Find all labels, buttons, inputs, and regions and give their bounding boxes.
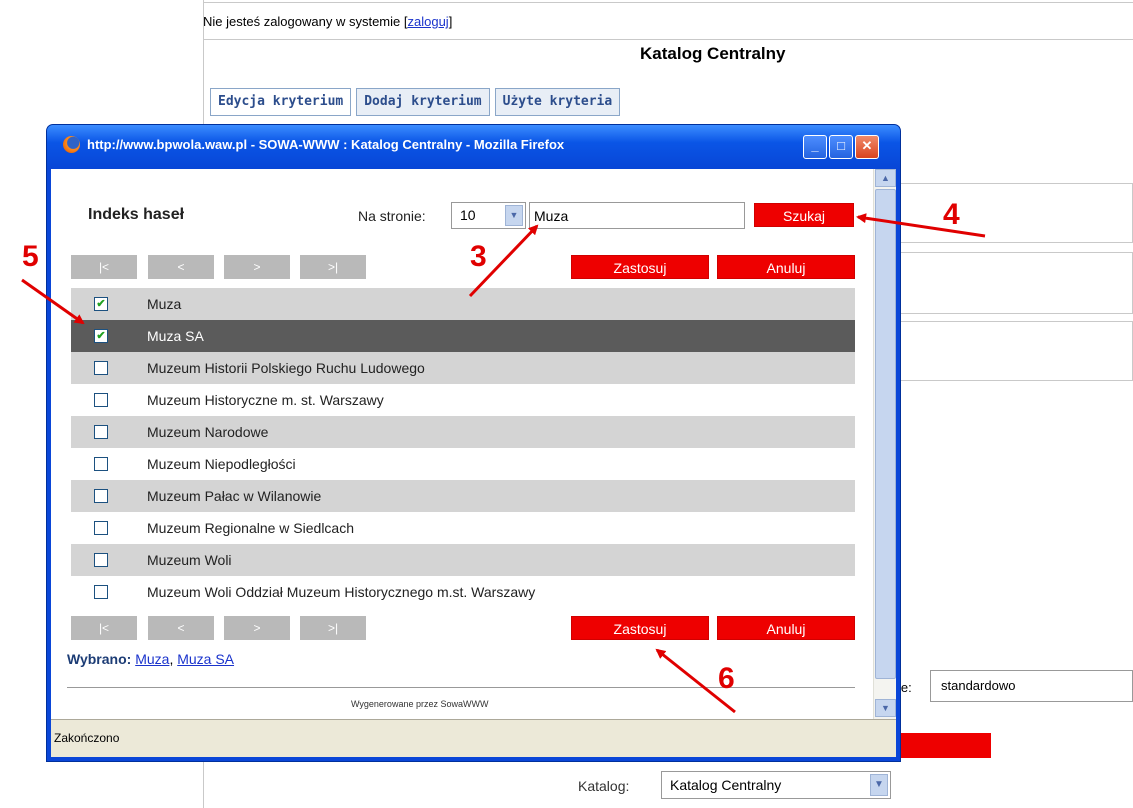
mode-field[interactable]: standardowo xyxy=(930,670,1133,702)
list-item[interactable]: ✔ Muza xyxy=(71,288,855,320)
tab-add-criterion[interactable]: Dodaj kryterium xyxy=(356,88,490,116)
selected-summary: Wybrano: Muza, Muza SA xyxy=(67,651,235,667)
item-checkbox[interactable]: ✔ xyxy=(94,329,108,343)
last-page-button[interactable]: >| xyxy=(300,255,366,279)
annotation-4: 4 xyxy=(943,198,960,231)
list-item[interactable]: Muzeum Narodowe xyxy=(71,416,855,448)
list-item[interactable]: Muzeum Regionalne w Siedlcach xyxy=(71,512,855,544)
window-titlebar[interactable]: http://www.bpwola.waw.pl - SOWA-WWW : Ka… xyxy=(47,125,900,169)
chevron-down-icon[interactable]: ▼ xyxy=(505,205,523,226)
item-label: Muzeum Niepodległości xyxy=(147,456,296,472)
prev-page-button[interactable]: < xyxy=(148,616,214,640)
tab-used-criteria[interactable]: Użyte kryteria xyxy=(494,88,621,116)
item-label: Muza xyxy=(131,288,855,320)
item-label: Muzeum Historii Polskiego Ruchu Ludowego xyxy=(131,352,855,384)
scroll-thumb[interactable] xyxy=(875,189,896,679)
scroll-down-icon[interactable]: ▼ xyxy=(875,699,896,717)
list-item[interactable]: Muzeum Niepodległości xyxy=(71,448,855,480)
index-heading: Indeks haseł xyxy=(88,206,185,223)
login-suffix: ] xyxy=(448,14,453,29)
login-status: Nie jesteś zalogowany w systemie [zalogu… xyxy=(203,14,452,29)
per-page-select[interactable]: 10 ▼ xyxy=(451,202,526,229)
tab-edit-criterion[interactable]: Edycja kryterium xyxy=(210,88,352,116)
per-page-label: Na stronie: xyxy=(358,208,426,224)
bg-input-box[interactable] xyxy=(886,321,1133,381)
item-label: Muzeum Regionalne w Siedlcach xyxy=(147,520,354,536)
selected-item-link[interactable]: Muza xyxy=(135,651,169,667)
status-bar: Zakończono xyxy=(51,719,896,757)
cancel-button[interactable]: Anuluj xyxy=(717,255,855,279)
scroll-up-icon[interactable]: ▲ xyxy=(875,169,896,187)
login-link[interactable]: zaloguj xyxy=(407,14,448,29)
list-item[interactable]: Muzeum Historii Polskiego Ruchu Ludowego xyxy=(71,352,855,384)
close-icon[interactable]: ✕ xyxy=(855,135,879,159)
first-page-button[interactable]: |< xyxy=(71,616,137,640)
item-label: Muzeum Pałac w Wilanowie xyxy=(131,480,855,512)
annotation-6: 6 xyxy=(718,662,735,695)
list-item[interactable]: Muzeum Historyczne m. st. Warszawy xyxy=(71,384,855,416)
item-checkbox[interactable] xyxy=(94,457,108,471)
apply-button[interactable]: Zastosuj xyxy=(571,255,709,279)
list-item[interactable]: ✔ Muza SA xyxy=(71,320,855,352)
popup-window: http://www.bpwola.waw.pl - SOWA-WWW : Ka… xyxy=(46,124,901,762)
item-checkbox[interactable] xyxy=(94,585,108,599)
next-page-button[interactable]: > xyxy=(224,616,290,640)
vertical-scrollbar[interactable]: ▲ ▼ xyxy=(873,169,896,719)
item-label: Muza SA xyxy=(131,320,855,352)
item-label: Muzeum Narodowe xyxy=(131,416,855,448)
annotation-5: 5 xyxy=(22,240,39,273)
list-item[interactable]: Muzeum Woli xyxy=(71,544,855,576)
window-title: http://www.bpwola.waw.pl - SOWA-WWW : Ka… xyxy=(87,137,565,152)
item-checkbox[interactable] xyxy=(94,489,108,503)
item-label: Muzeum Historyczne m. st. Warszawy xyxy=(147,392,384,408)
chevron-down-icon[interactable]: ▼ xyxy=(870,774,888,796)
item-checkbox[interactable] xyxy=(94,361,108,375)
last-page-button[interactable]: >| xyxy=(300,616,366,640)
annotation-3: 3 xyxy=(470,240,487,273)
login-prefix: Nie jesteś zalogowany w systemie [ xyxy=(203,14,408,29)
item-checkbox[interactable]: ✔ xyxy=(94,297,108,311)
minimize-icon[interactable]: _ xyxy=(803,135,827,159)
divider xyxy=(67,687,855,688)
per-page-value: 10 xyxy=(460,207,476,223)
item-checkbox[interactable] xyxy=(94,393,108,407)
cancel-button-bottom[interactable]: Anuluj xyxy=(717,616,855,640)
list-item[interactable]: Muzeum Woli Oddział Muzeum Historycznego… xyxy=(71,576,855,608)
index-list: ✔ Muza ✔ Muza SA Muzeum Historii Polskiego… xyxy=(71,288,855,608)
generated-by-footer: Wygenerowane przez SowaWWW xyxy=(351,699,489,709)
katalog-select-value: Katalog Centralny xyxy=(670,777,782,793)
katalog-select[interactable]: Katalog Centralny ▼ xyxy=(661,771,891,799)
selected-label: Wybrano: xyxy=(67,651,132,667)
item-label: Muzeum Woli xyxy=(131,544,855,576)
page-title: Katalog Centralny xyxy=(640,44,786,63)
katalog-label: Katalog: xyxy=(578,778,630,794)
next-page-button[interactable]: > xyxy=(224,255,290,279)
apply-button-bottom[interactable]: Zastosuj xyxy=(571,616,709,640)
search-input[interactable] xyxy=(529,202,745,229)
prev-page-button[interactable]: < xyxy=(148,255,214,279)
first-page-button[interactable]: |< xyxy=(71,255,137,279)
item-checkbox[interactable] xyxy=(94,521,108,535)
maximize-icon[interactable]: □ xyxy=(829,135,853,159)
search-button[interactable]: Szukaj xyxy=(754,203,854,227)
bg-input-box[interactable] xyxy=(886,252,1133,314)
selected-item-link[interactable]: Muza SA xyxy=(177,651,234,667)
item-checkbox[interactable] xyxy=(94,425,108,439)
firefox-icon xyxy=(63,136,80,153)
item-label: Muzeum Woli Oddział Muzeum Historycznego… xyxy=(147,584,536,600)
item-checkbox[interactable] xyxy=(94,553,108,567)
list-item[interactable]: Muzeum Pałac w Wilanowie xyxy=(71,480,855,512)
bg-input-box[interactable] xyxy=(886,183,1133,243)
criteria-tabs: Edycja kryterium Dodaj kryterium Użyte k… xyxy=(210,88,621,116)
